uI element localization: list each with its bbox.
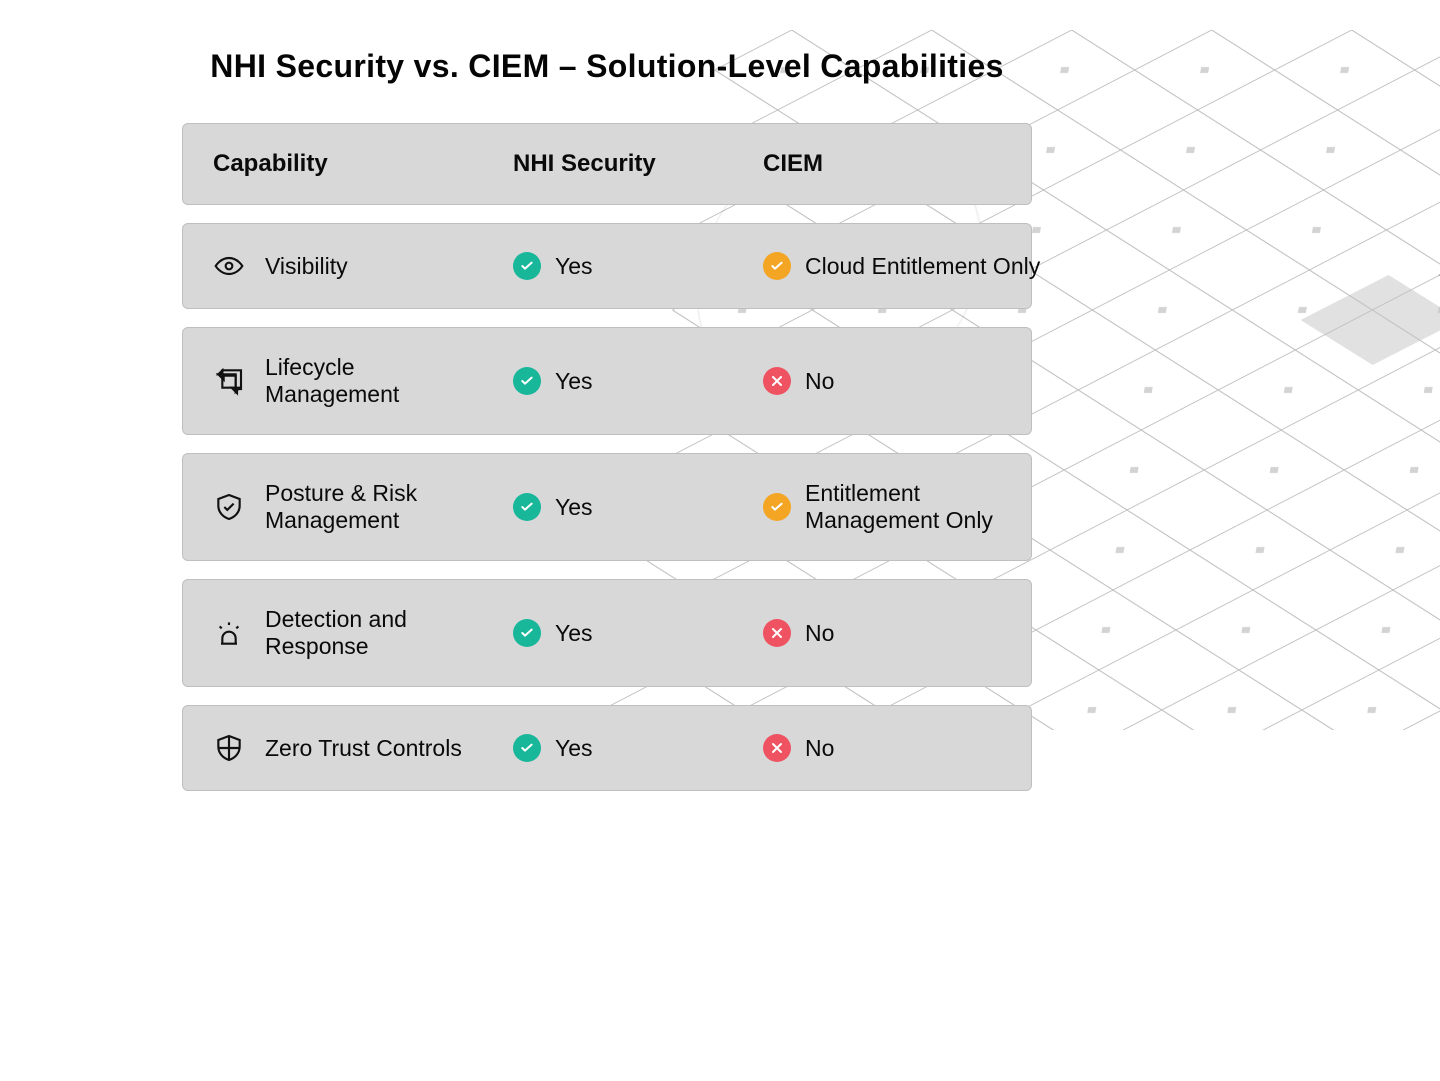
ciem-value: No — [805, 620, 834, 647]
check-icon — [513, 493, 541, 521]
page-title: NHI Security vs. CIEM – Solution-Level C… — [182, 48, 1032, 85]
check-icon — [513, 367, 541, 395]
col-header-capability: Capability — [213, 150, 328, 178]
ciem-value: Cloud Entitlement Only — [805, 253, 1040, 280]
capability-label: Lifecycle Management — [265, 354, 465, 408]
ciem-value: No — [805, 368, 834, 395]
nhi-cell: Yes — [513, 252, 763, 280]
check-icon — [513, 619, 541, 647]
nhi-value: Yes — [555, 494, 593, 521]
table-row: Posture & Risk Management Yes Entitlemen… — [182, 453, 1032, 561]
table-row: Lifecycle Management Yes No — [182, 327, 1032, 435]
partial-icon — [763, 493, 791, 521]
table-row: Zero Trust Controls Yes No — [182, 705, 1032, 791]
nhi-value: Yes — [555, 368, 593, 395]
x-icon — [763, 367, 791, 395]
table-header-row: Capability NHI Security CIEM — [182, 123, 1032, 205]
nhi-cell: Yes — [513, 367, 763, 395]
capability-label: Detection and Response — [265, 606, 465, 660]
capability-label: Visibility — [265, 253, 348, 280]
col-header-ciem: CIEM — [763, 150, 1053, 178]
ciem-cell: No — [763, 367, 1053, 395]
check-icon — [513, 734, 541, 762]
table-row: Visibility Yes Cloud Entitlement Only — [182, 223, 1032, 309]
shield-check-icon — [213, 491, 245, 523]
ciem-cell: No — [763, 619, 1053, 647]
shield-grid-icon — [213, 732, 245, 764]
partial-icon — [763, 252, 791, 280]
nhi-cell: Yes — [513, 734, 763, 762]
eye-icon — [213, 250, 245, 282]
nhi-value: Yes — [555, 253, 593, 280]
cycle-icon — [213, 365, 245, 397]
col-header-nhi: NHI Security — [513, 150, 763, 178]
nhi-value: Yes — [555, 735, 593, 762]
nhi-cell: Yes — [513, 493, 763, 521]
table-row: Detection and Response Yes No — [182, 579, 1032, 687]
ciem-cell: Entitlement Management Only — [763, 480, 1053, 534]
capability-label: Posture & Risk Management — [265, 480, 465, 534]
x-icon — [763, 619, 791, 647]
capability-label: Zero Trust Controls — [265, 735, 462, 762]
ciem-cell: Cloud Entitlement Only — [763, 252, 1053, 280]
ciem-value: Entitlement Management Only — [805, 480, 1053, 534]
nhi-value: Yes — [555, 620, 593, 647]
x-icon — [763, 734, 791, 762]
siren-icon — [213, 617, 245, 649]
check-icon — [513, 252, 541, 280]
ciem-value: No — [805, 735, 834, 762]
ciem-cell: No — [763, 734, 1053, 762]
nhi-cell: Yes — [513, 619, 763, 647]
